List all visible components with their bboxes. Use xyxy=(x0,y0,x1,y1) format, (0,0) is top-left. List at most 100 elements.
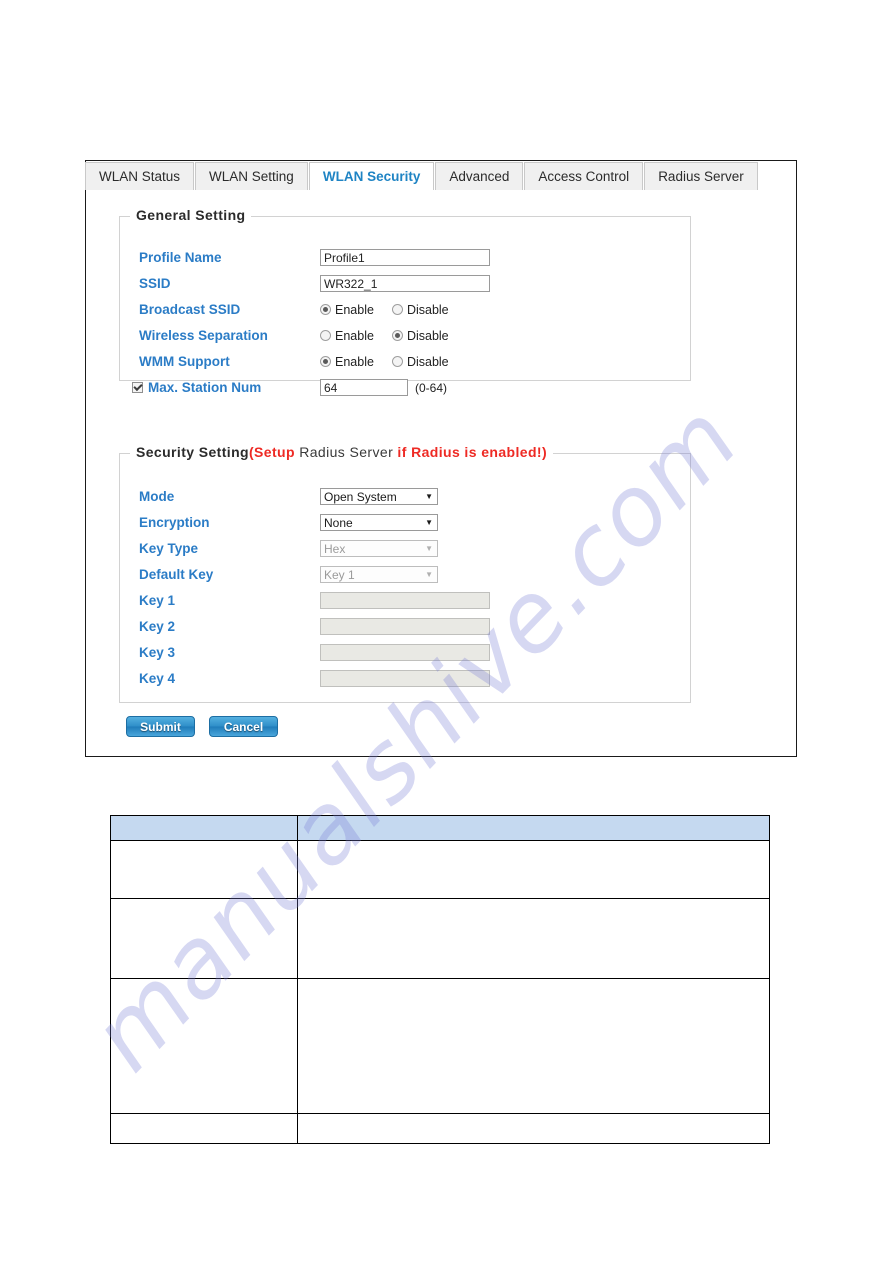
table-cell-description xyxy=(297,840,770,899)
key-3-input xyxy=(320,644,490,661)
wireless-separation-enable-radio[interactable]: Enable xyxy=(320,329,374,343)
wmm-support-disable-radio[interactable]: Disable xyxy=(391,354,449,369)
key-4-input xyxy=(320,670,490,687)
submit-button[interactable]: Submit xyxy=(126,716,195,737)
chevron-down-icon: ▼ xyxy=(425,543,433,553)
max-station-num-checkbox[interactable] xyxy=(132,382,143,393)
key-type-select: Hex ▼ xyxy=(320,540,438,557)
default-key-select-value: Key 1 xyxy=(324,567,355,582)
chevron-down-icon: ▼ xyxy=(425,491,433,501)
radio-on-icon xyxy=(320,304,331,315)
label-mode: Mode xyxy=(139,489,175,504)
radio-on-icon xyxy=(320,356,331,367)
chevron-down-icon: ▼ xyxy=(425,569,433,579)
encryption-select-value: None xyxy=(324,515,353,530)
label-key-2: Key 2 xyxy=(139,619,176,634)
wireless-separation-disable-radio[interactable]: Disable xyxy=(391,328,449,343)
tab-wlan-setting[interactable]: WLAN Setting xyxy=(195,162,308,190)
action-button-row: Submit Cancel xyxy=(126,716,278,737)
general-setting-legend: General Setting xyxy=(130,207,252,223)
wmm-support-enable-label: Enable xyxy=(335,354,374,369)
table-cell-label xyxy=(109,840,299,899)
label-max-station-num: Max. Station Num xyxy=(120,380,320,395)
table-cell-description xyxy=(297,898,770,979)
label-key-type: Key Type xyxy=(139,541,199,556)
table-cell-label xyxy=(109,1113,299,1144)
label-broadcast-ssid: Broadcast SSID xyxy=(139,302,241,317)
wmm-support-disable-label: Disable xyxy=(406,354,449,369)
radio-off-icon xyxy=(391,304,403,315)
mode-select-value: Open System xyxy=(324,489,397,504)
table-cell-description xyxy=(297,978,770,1114)
tab-wlan-security[interactable]: WLAN Security xyxy=(308,162,435,191)
row-ssid: SSID xyxy=(120,271,690,296)
encryption-select[interactable]: None ▼ xyxy=(320,514,438,531)
key-2-input xyxy=(320,618,490,635)
table-row xyxy=(109,840,770,899)
wireless-separation-disable-label: Disable xyxy=(406,328,449,343)
label-default-key: Default Key xyxy=(139,567,214,582)
label-wireless-separation: Wireless Separation xyxy=(139,328,268,343)
broadcast-ssid-enable-radio[interactable]: Enable xyxy=(320,303,374,317)
table-row xyxy=(109,978,770,1114)
broadcast-ssid-disable-radio[interactable]: Disable xyxy=(391,302,449,317)
row-broadcast-ssid: Broadcast SSID Enable Disable xyxy=(120,297,690,322)
table-header-cell-label xyxy=(109,815,299,841)
row-encryption: Encryption None ▼ xyxy=(120,510,690,535)
table-header-cell-description xyxy=(297,815,770,841)
max-station-num-hint: (0-64) xyxy=(415,380,448,395)
security-setting-legend: Security Setting(Setup Radius Server if … xyxy=(130,444,554,460)
tab-radius-server[interactable]: Radius Server xyxy=(644,162,758,190)
security-legend-setup: Setup xyxy=(254,444,295,460)
row-max-station-num: Max. Station Num (0-64) xyxy=(120,375,690,400)
chevron-down-icon: ▼ xyxy=(425,517,433,527)
tab-access-control[interactable]: Access Control xyxy=(524,162,644,190)
row-mode: Mode Open System ▼ xyxy=(120,484,690,509)
label-key-3: Key 3 xyxy=(139,645,176,660)
radio-off-icon xyxy=(320,330,331,341)
label-wmm-support: WMM Support xyxy=(139,354,230,369)
max-station-num-label-text: Max. Station Num xyxy=(148,380,262,395)
row-key-3: Key 3 xyxy=(120,640,690,665)
label-key-1: Key 1 xyxy=(139,593,176,608)
row-wmm-support: WMM Support Enable Disable xyxy=(120,349,690,374)
row-wireless-separation: Wireless Separation Enable Disable xyxy=(120,323,690,348)
table-cell-description xyxy=(297,1113,770,1144)
table-row xyxy=(109,898,770,979)
row-default-key: Default Key Key 1 ▼ xyxy=(120,562,690,587)
security-legend-radius-server: Radius Server xyxy=(294,444,398,460)
row-key-type: Key Type Hex ▼ xyxy=(120,536,690,561)
tab-advanced[interactable]: Advanced xyxy=(435,162,524,190)
row-key-4: Key 4 xyxy=(120,666,690,691)
broadcast-ssid-disable-label: Disable xyxy=(406,302,449,317)
table-row xyxy=(109,1113,770,1144)
key-type-select-value: Hex xyxy=(324,541,346,556)
default-key-select: Key 1 ▼ xyxy=(320,566,438,583)
radio-on-icon xyxy=(391,330,403,341)
wireless-separation-enable-label: Enable xyxy=(335,328,374,343)
table-header-row xyxy=(109,815,770,841)
label-ssid: SSID xyxy=(139,276,171,291)
label-encryption: Encryption xyxy=(139,515,210,530)
tab-wlan-status[interactable]: WLAN Status xyxy=(85,162,195,190)
profile-name-input[interactable] xyxy=(320,249,490,266)
security-legend-if-enabled: if Radius is enabled!) xyxy=(397,444,548,460)
radio-off-icon xyxy=(391,356,403,367)
wmm-support-enable-radio[interactable]: Enable xyxy=(320,355,374,369)
security-setting-fieldset: Security Setting(Setup Radius Server if … xyxy=(119,444,691,703)
row-key-1: Key 1 xyxy=(120,588,690,613)
ssid-input[interactable] xyxy=(320,275,490,292)
wlan-config-panel: WLAN Status WLAN Setting WLAN Security A… xyxy=(85,160,797,757)
label-profile-name: Profile Name xyxy=(139,250,222,265)
table-cell-label xyxy=(109,978,299,1114)
broadcast-ssid-enable-label: Enable xyxy=(335,302,374,317)
label-key-4: Key 4 xyxy=(139,671,176,686)
max-station-num-input[interactable] xyxy=(320,379,408,396)
cancel-button[interactable]: Cancel xyxy=(209,716,278,737)
key-1-input xyxy=(320,592,490,609)
security-legend-main: Security Setting xyxy=(136,444,249,460)
general-setting-fieldset: General Setting Profile Name SSID Broadc… xyxy=(119,207,691,396)
description-table xyxy=(109,815,770,1144)
mode-select[interactable]: Open System ▼ xyxy=(320,488,438,505)
row-key-2: Key 2 xyxy=(120,614,690,639)
